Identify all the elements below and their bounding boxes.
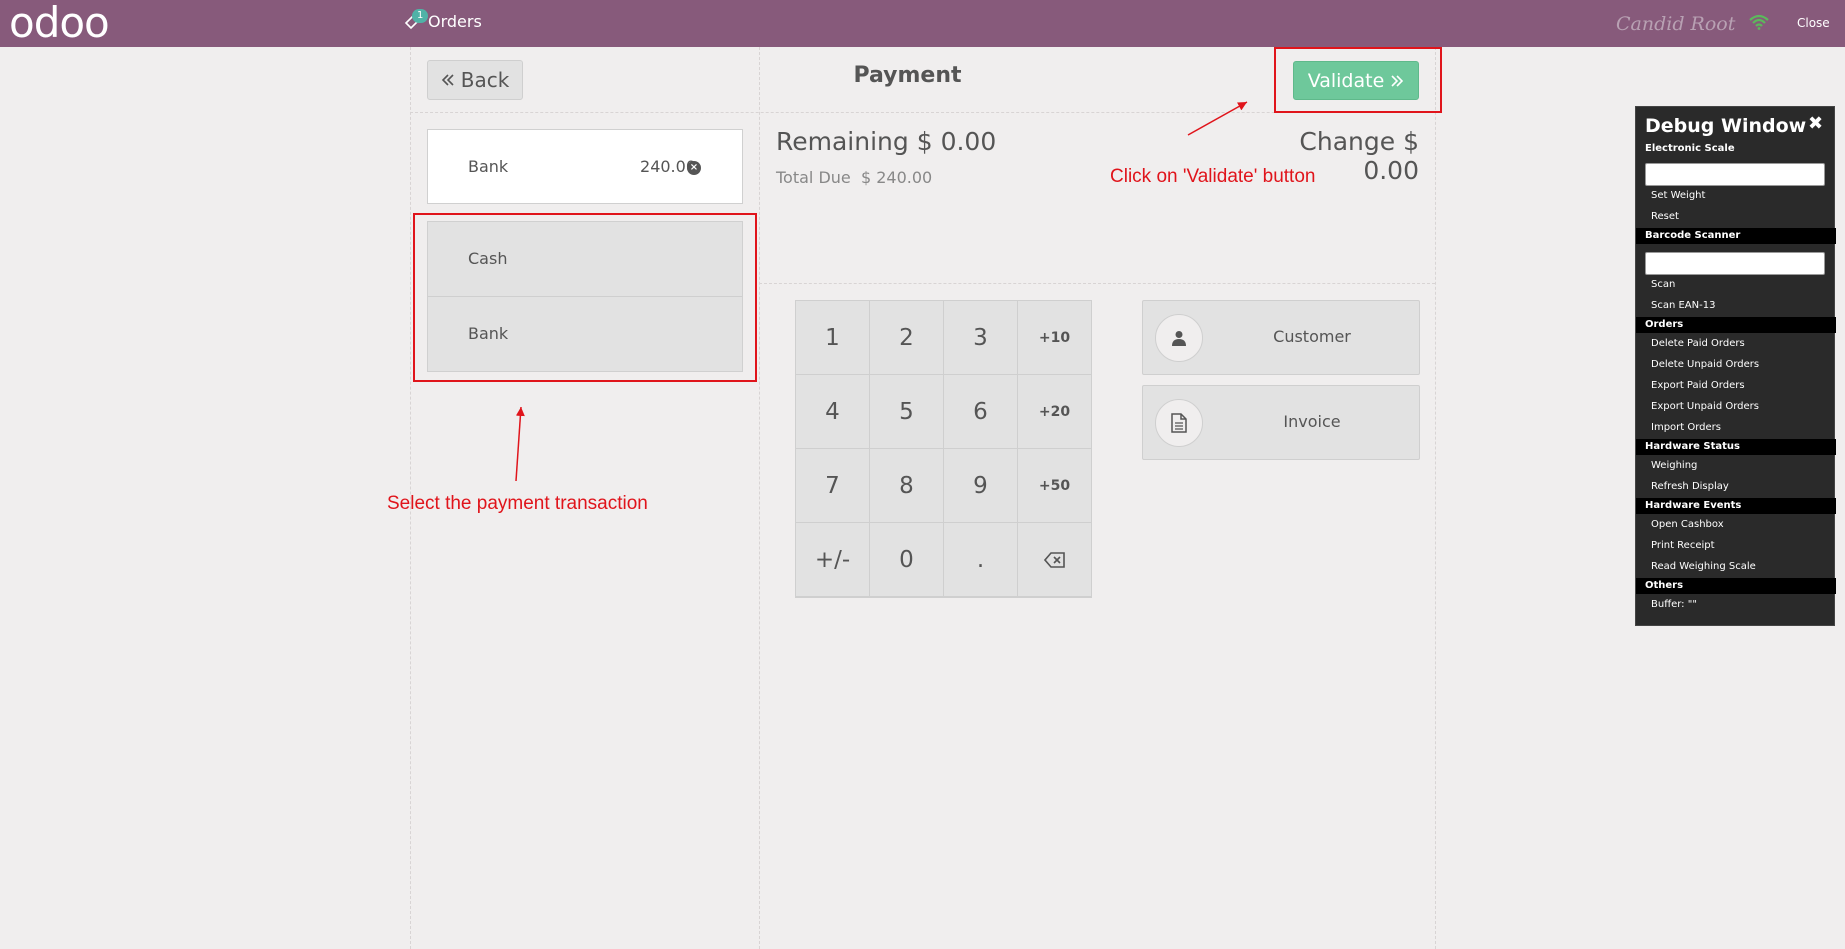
numpad-key-6[interactable]: 6 [944,375,1018,449]
debug-section-others: Others [1636,578,1836,594]
arrow-to-methods [515,406,525,482]
right-column-border [1435,47,1436,949]
summary-divider [759,283,1435,284]
debug-section-barcode: Barcode Scanner [1636,228,1836,244]
orders-tab-label: Orders [428,12,482,31]
read-weighing-scale-link[interactable]: Read Weighing Scale [1651,561,1756,572]
scan-ean13-link[interactable]: Scan EAN-13 [1651,300,1715,311]
remaining-amount: Remaining $ 0.00 [776,127,996,156]
double-chevron-left-icon [441,74,454,86]
debug-section-hardware-events: Hardware Events [1636,498,1836,514]
payment-line[interactable]: Bank 240.00 × [427,129,743,204]
invoice-button-label: Invoice [1283,412,1341,431]
remove-circle-icon[interactable]: × [687,161,701,175]
set-weight-link[interactable]: Set Weight [1651,190,1705,201]
validate-annotation: Click on 'Validate' button [1110,166,1316,187]
debug-section-orders: Orders [1636,317,1836,333]
numpad-key-plus50[interactable]: +50 [1018,449,1092,523]
debug-section-hardware-status: Hardware Status [1636,439,1836,455]
print-receipt-link[interactable]: Print Receipt [1651,540,1715,551]
numpad-key-4[interactable]: 4 [796,375,870,449]
numpad-key-dot[interactable]: . [944,523,1018,597]
numpad-key-2[interactable]: 2 [870,301,944,375]
validate-highlight-box [1274,47,1442,113]
delete-paid-orders-link[interactable]: Delete Paid Orders [1651,338,1745,349]
numpad-key-3[interactable]: 3 [944,301,1018,375]
remaining-value: $ 0.00 [916,127,997,156]
weight-input[interactable] [1645,163,1825,186]
buffer-value: Buffer: "" [1651,599,1697,610]
import-orders-link[interactable]: Import Orders [1651,422,1721,433]
middle-column-border [759,47,760,949]
weighing-link[interactable]: Weighing [1651,460,1697,471]
open-cashbox-link[interactable]: Open Cashbox [1651,519,1724,530]
page-title: Payment [853,63,962,88]
backspace-icon [1043,551,1065,568]
back-button-label: Back [460,68,510,92]
arrow-to-validate [1187,101,1248,136]
change-label: Change [1299,127,1396,156]
delete-unpaid-orders-link[interactable]: Delete Unpaid Orders [1651,359,1759,370]
methods-highlight-box [413,213,757,382]
scan-link[interactable]: Scan [1651,279,1675,290]
total-due-label: Total Due [776,168,851,187]
numpad-key-1[interactable]: 1 [796,301,870,375]
numpad-key-7[interactable]: 7 [796,449,870,523]
barcode-input[interactable] [1645,252,1825,275]
orders-count-badge: 1 [412,9,429,23]
close-icon[interactable]: ✖ [1808,113,1823,134]
top-bar: odoo Orders 1 Candid Root Close [0,0,1845,47]
numpad: 1 2 3 +10 4 5 6 +20 7 8 9 +50 +/- 0 . [795,300,1092,598]
refresh-display-link[interactable]: Refresh Display [1651,481,1729,492]
select-annotation: Select the payment transaction [387,493,648,514]
reset-link[interactable]: Reset [1651,211,1679,222]
debug-window: Debug Window ✖ Electronic Scale Set Weig… [1635,106,1836,626]
back-button[interactable]: Back [427,60,523,100]
numpad-key-0[interactable]: 0 [870,523,944,597]
debug-section-scale: Electronic Scale [1645,143,1735,154]
payment-line-method: Bank [468,157,509,176]
document-icon [1155,399,1203,447]
total-due: Total Due $ 240.00 [776,168,932,187]
numpad-key-5[interactable]: 5 [870,375,944,449]
export-unpaid-orders-link[interactable]: Export Unpaid Orders [1651,401,1759,412]
remaining-label: Remaining [776,127,909,156]
customer-button[interactable]: Customer [1142,300,1420,375]
user-icon [1155,314,1203,362]
cashier-name[interactable]: Candid Root [1616,13,1735,35]
debug-window-title: Debug Window [1645,115,1807,137]
numpad-key-backspace[interactable] [1018,523,1092,597]
numpad-key-plus10[interactable]: +10 [1018,301,1092,375]
close-pos-button[interactable]: Close [1797,16,1830,30]
wifi-icon [1749,14,1769,34]
total-due-value: $ 240.00 [860,168,933,187]
numpad-key-8[interactable]: 8 [870,449,944,523]
invoice-button[interactable]: Invoice [1142,385,1420,460]
export-paid-orders-link[interactable]: Export Paid Orders [1651,380,1745,391]
payment-line-amount[interactable]: 240.00 [618,157,696,176]
numpad-key-9[interactable]: 9 [944,449,1018,523]
numpad-key-sign[interactable]: +/- [796,523,870,597]
customer-button-label: Customer [1273,327,1351,346]
numpad-key-plus20[interactable]: +20 [1018,375,1092,449]
odoo-logo: odoo [9,0,110,47]
